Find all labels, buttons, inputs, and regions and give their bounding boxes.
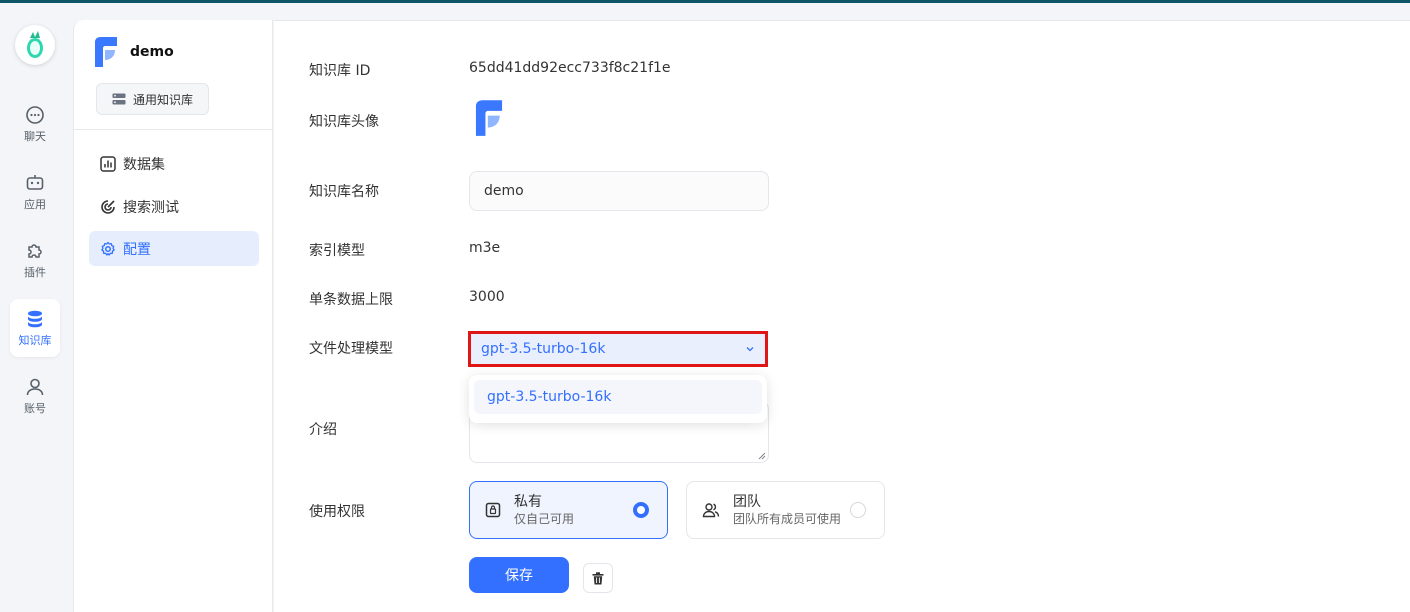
permission-team-radio[interactable]	[850, 502, 866, 518]
gear-icon	[101, 241, 115, 256]
delete-button[interactable]	[583, 563, 613, 593]
nav-item-account[interactable]: 账号	[10, 367, 60, 425]
resize-handle-icon[interactable]	[758, 452, 766, 460]
user-icon	[26, 378, 44, 395]
nav-item-knowledge[interactable]: 知识库	[10, 299, 60, 357]
chart-icon	[100, 155, 116, 172]
target-icon	[101, 199, 115, 214]
nav-label-knowledge: 知识库	[18, 333, 52, 347]
menu-item-search-test[interactable]: 搜索测试	[89, 189, 259, 224]
file-model-dropdown: gpt-3.5-turbo-16k	[469, 375, 767, 423]
file-model-option[interactable]: gpt-3.5-turbo-16k	[474, 380, 762, 414]
menu-label-dataset: 数据集	[123, 156, 165, 173]
nav-item-plugins[interactable]: 插件	[10, 231, 60, 289]
file-model-select[interactable]: gpt-3.5-turbo-16k	[468, 331, 768, 367]
kb-logo-icon	[95, 37, 117, 67]
kb-id-label: 知识库 ID	[309, 63, 371, 79]
kb-sidebar: demo 通用知识库 数据集 搜索测试 配置	[73, 20, 273, 612]
permission-team-desc: 团队所有成员可使用	[733, 511, 842, 526]
permission-team-text: 团队 团队所有成员可使用	[733, 494, 850, 527]
lock-icon	[485, 502, 501, 518]
permission-private-title: 私有	[514, 493, 542, 510]
kb-name-input-value: demo	[484, 183, 524, 199]
kb-avatar[interactable]	[473, 99, 505, 141]
database-icon	[28, 310, 42, 327]
kb-sidebar-header: demo 通用知识库	[74, 20, 272, 130]
nav-label-apps: 应用	[24, 197, 46, 211]
puzzle-icon	[28, 243, 42, 258]
menu-item-dataset[interactable]: 数据集	[89, 146, 259, 181]
permission-team-title: 团队	[733, 493, 761, 510]
max-chunk-label: 单条数据上限	[309, 292, 393, 308]
nav-label-plugins: 插件	[24, 265, 46, 279]
max-chunk-value: 3000	[469, 289, 505, 305]
permission-private-radio[interactable]	[633, 502, 649, 518]
permission-private-desc: 仅自己可用	[514, 511, 575, 526]
trash-icon	[592, 571, 604, 584]
kb-name-label: 知识库名称	[309, 184, 379, 200]
team-icon	[702, 503, 720, 518]
kb-type-badge: 通用知识库	[96, 83, 209, 115]
robot-icon	[26, 174, 44, 190]
menu-item-config[interactable]: 配置	[89, 231, 259, 266]
app: 聊天 应用 插件 知识库 账号 demo 通用知识库 数据集 搜索测试 配置 知…	[0, 3, 1410, 612]
permission-team-option[interactable]: 团队 团队所有成员可使用	[686, 481, 885, 539]
permission-private-option[interactable]: 私有 仅自己可用	[469, 481, 668, 539]
primary-nav: 聊天 应用 插件 知识库 账号	[0, 3, 72, 612]
nav-label-chat: 聊天	[24, 129, 46, 143]
nav-item-apps[interactable]: 应用	[10, 163, 60, 221]
app-logo[interactable]	[15, 25, 55, 65]
file-model-select-value: gpt-3.5-turbo-16k	[481, 341, 606, 357]
kb-avatar-icon	[475, 100, 503, 136]
nav-item-chat[interactable]: 聊天	[10, 95, 60, 153]
index-model-label: 索引模型	[309, 243, 365, 259]
menu-label-config: 配置	[123, 241, 151, 258]
file-model-label: 文件处理模型	[309, 341, 393, 357]
menu-label-search-test: 搜索测试	[123, 199, 179, 216]
server-icon	[112, 93, 126, 105]
save-button[interactable]: 保存	[469, 557, 569, 593]
chevron-down-icon	[746, 347, 754, 352]
kb-name-input[interactable]: demo	[469, 171, 769, 211]
kb-avatar-label: 知识库头像	[309, 114, 379, 130]
kb-id-value: 65dd41dd92ecc733f8c21f1e	[469, 60, 671, 76]
permission-private-text: 私有 仅自己可用	[514, 494, 633, 527]
chat-icon	[26, 105, 44, 124]
kb-name: demo	[130, 44, 174, 60]
kb-type-label: 通用知识库	[132, 92, 193, 107]
permission-label: 使用权限	[309, 504, 365, 520]
nav-label-account: 账号	[24, 401, 46, 415]
intro-label: 介绍	[309, 422, 337, 438]
kb-config-panel: 知识库 ID 65dd41dd92ecc733f8c21f1e 知识库头像 知识…	[274, 20, 1410, 612]
index-model-value: m3e	[469, 240, 501, 256]
